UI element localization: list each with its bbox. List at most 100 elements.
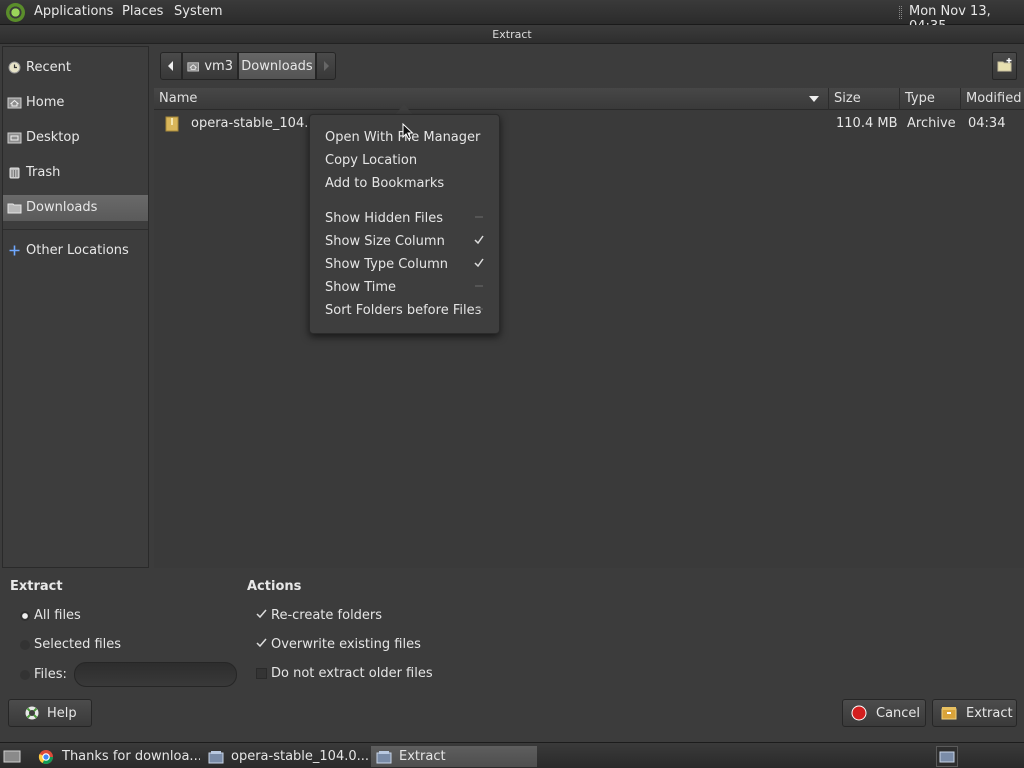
- extract-button-label: Extract: [966, 705, 1013, 721]
- no-older-label: Do not extract older files: [271, 666, 433, 681]
- column-header-name[interactable]: Name: [154, 88, 828, 110]
- sidebar-item-desktop[interactable]: Desktop: [3, 125, 148, 151]
- sidebar-item-recent[interactable]: Recent: [3, 55, 148, 81]
- radio-all-files-label: All files: [34, 608, 81, 623]
- sidebar-item-label: Trash: [26, 165, 61, 180]
- menu-applications[interactable]: Applications: [34, 4, 113, 19]
- menu-item-label: Sort Folders before Files: [325, 303, 482, 318]
- sidebar-item-label: Recent: [26, 60, 71, 75]
- arrow-right-icon: [324, 61, 329, 71]
- file-list[interactable]: [154, 88, 1024, 568]
- menu-item-add-to-bookmarks[interactable]: Add to Bookmarks: [325, 174, 444, 194]
- recreate-folders-label: Re-create folders: [271, 608, 383, 623]
- unchecked-icon: [475, 216, 483, 218]
- workspace-switcher[interactable]: [936, 746, 958, 767]
- menu-item-copy-location[interactable]: Copy Location: [325, 151, 417, 171]
- home-icon: [187, 61, 199, 71]
- new-folder-icon: [997, 58, 1012, 72]
- archive-file-icon: [165, 116, 179, 132]
- path-bar: vm3 Downloads: [160, 52, 336, 80]
- unchecked-icon: [475, 285, 483, 287]
- menu-system[interactable]: System: [174, 4, 222, 19]
- show-desktop-icon: [3, 750, 21, 763]
- show-desktop-button[interactable]: [2, 746, 22, 766]
- panel-grip-handle[interactable]: [899, 6, 902, 19]
- path-back-button[interactable]: [160, 52, 182, 80]
- file-modified: 04:34: [968, 116, 1006, 131]
- context-menu: Open With File Manager Copy Location Add…: [309, 114, 500, 334]
- mouse-cursor-icon: [402, 123, 414, 140]
- menu-item-label: Show Time: [325, 280, 397, 295]
- unchecked-icon: [256, 668, 267, 679]
- menu-item-label: Show Hidden Files: [325, 211, 443, 226]
- path-home-button[interactable]: vm3: [182, 52, 238, 80]
- checkmark-icon: [256, 609, 267, 619]
- menu-item-show-hidden-files[interactable]: Show Hidden Files: [325, 209, 495, 229]
- help-button[interactable]: Help: [8, 699, 92, 727]
- radio-selected-icon: [20, 611, 30, 621]
- plus-icon: [9, 245, 20, 256]
- top-panel: Applications Places System Mon Nov 13, 0…: [0, 0, 1024, 34]
- taskbar-item-browser[interactable]: Thanks for downloa...: [34, 746, 200, 767]
- taskbar-item-label: Thanks for downloa...: [62, 749, 200, 764]
- taskbar-item-label: Extract: [399, 749, 446, 764]
- files-pattern-input[interactable]: [74, 662, 237, 687]
- sidebar-item-label: Other Locations: [26, 243, 129, 258]
- cancel-button[interactable]: Cancel: [842, 699, 926, 727]
- chrome-icon: [38, 750, 53, 764]
- file-type: Archive: [907, 116, 956, 131]
- desktop-icon: [7, 132, 22, 144]
- places-sidebar: Recent Home Desktop Trash Downloads Othe…: [2, 46, 149, 568]
- path-home-label: vm3: [204, 58, 233, 74]
- menu-item-sort-folders-before-files[interactable]: Sort Folders before Files: [325, 301, 495, 321]
- column-name-label: Name: [159, 91, 198, 106]
- distro-logo-icon[interactable]: [6, 3, 25, 22]
- path-current-button[interactable]: Downloads: [238, 52, 316, 80]
- unchecked-icon: [475, 308, 483, 310]
- menu-item-show-type-column[interactable]: Show Type Column: [325, 255, 495, 275]
- sidebar-item-label: Desktop: [26, 130, 80, 145]
- trash-icon: [9, 167, 20, 179]
- extract-section-title: Extract: [10, 579, 63, 594]
- taskbar-item-label: opera-stable_104.0....: [231, 749, 368, 764]
- radio-unselected-icon: [20, 670, 30, 680]
- taskbar: Thanks for downloa... opera-stable_104.0…: [0, 742, 1024, 768]
- archive-manager-icon: [376, 751, 392, 764]
- radio-unselected-icon: [20, 640, 30, 650]
- help-lifebuoy-icon: [25, 706, 39, 720]
- sidebar-item-label: Home: [26, 95, 65, 110]
- help-button-label: Help: [47, 705, 77, 721]
- cancel-icon: [851, 705, 867, 721]
- sidebar-item-other-locations[interactable]: Other Locations: [3, 238, 148, 264]
- path-current-label: Downloads: [241, 58, 313, 74]
- menu-item-label: Show Type Column: [325, 257, 448, 272]
- create-folder-button[interactable]: [992, 52, 1017, 80]
- sidebar-item-trash[interactable]: Trash: [3, 160, 148, 186]
- column-header-size[interactable]: Size: [828, 88, 899, 110]
- extract-button[interactable]: Extract: [932, 699, 1017, 727]
- window-title-bar[interactable]: Extract: [0, 25, 1024, 44]
- menu-item-show-time[interactable]: Show Time: [325, 278, 495, 298]
- menu-item-show-size-column[interactable]: Show Size Column: [325, 232, 495, 252]
- taskbar-item-extract[interactable]: Extract: [371, 746, 537, 767]
- taskbar-item-archive[interactable]: opera-stable_104.0....: [202, 746, 368, 767]
- sidebar-item-downloads[interactable]: Downloads: [3, 195, 148, 221]
- sidebar-item-home[interactable]: Home: [3, 90, 148, 116]
- file-name: opera-stable_104.0: [191, 116, 317, 131]
- folder-icon: [7, 203, 22, 214]
- actions-section-title: Actions: [247, 579, 302, 594]
- menu-places[interactable]: Places: [122, 4, 163, 19]
- checkmark-icon: [474, 258, 484, 268]
- archive-manager-icon: [208, 751, 224, 764]
- arrow-left-icon: [168, 61, 173, 71]
- column-header-type[interactable]: Type: [899, 88, 960, 110]
- file-list-header: Name Size Type Modified: [154, 88, 1024, 110]
- column-header-modified[interactable]: Modified: [960, 88, 1024, 110]
- radio-selected-files-label: Selected files: [34, 637, 122, 652]
- radio-files-label: Files:: [34, 667, 67, 682]
- window-title: Extract: [492, 28, 532, 41]
- file-size: 110.4 MB: [836, 116, 898, 131]
- extract-archive-icon: [941, 707, 957, 720]
- cancel-button-label: Cancel: [876, 705, 921, 721]
- path-forward-button[interactable]: [316, 52, 336, 80]
